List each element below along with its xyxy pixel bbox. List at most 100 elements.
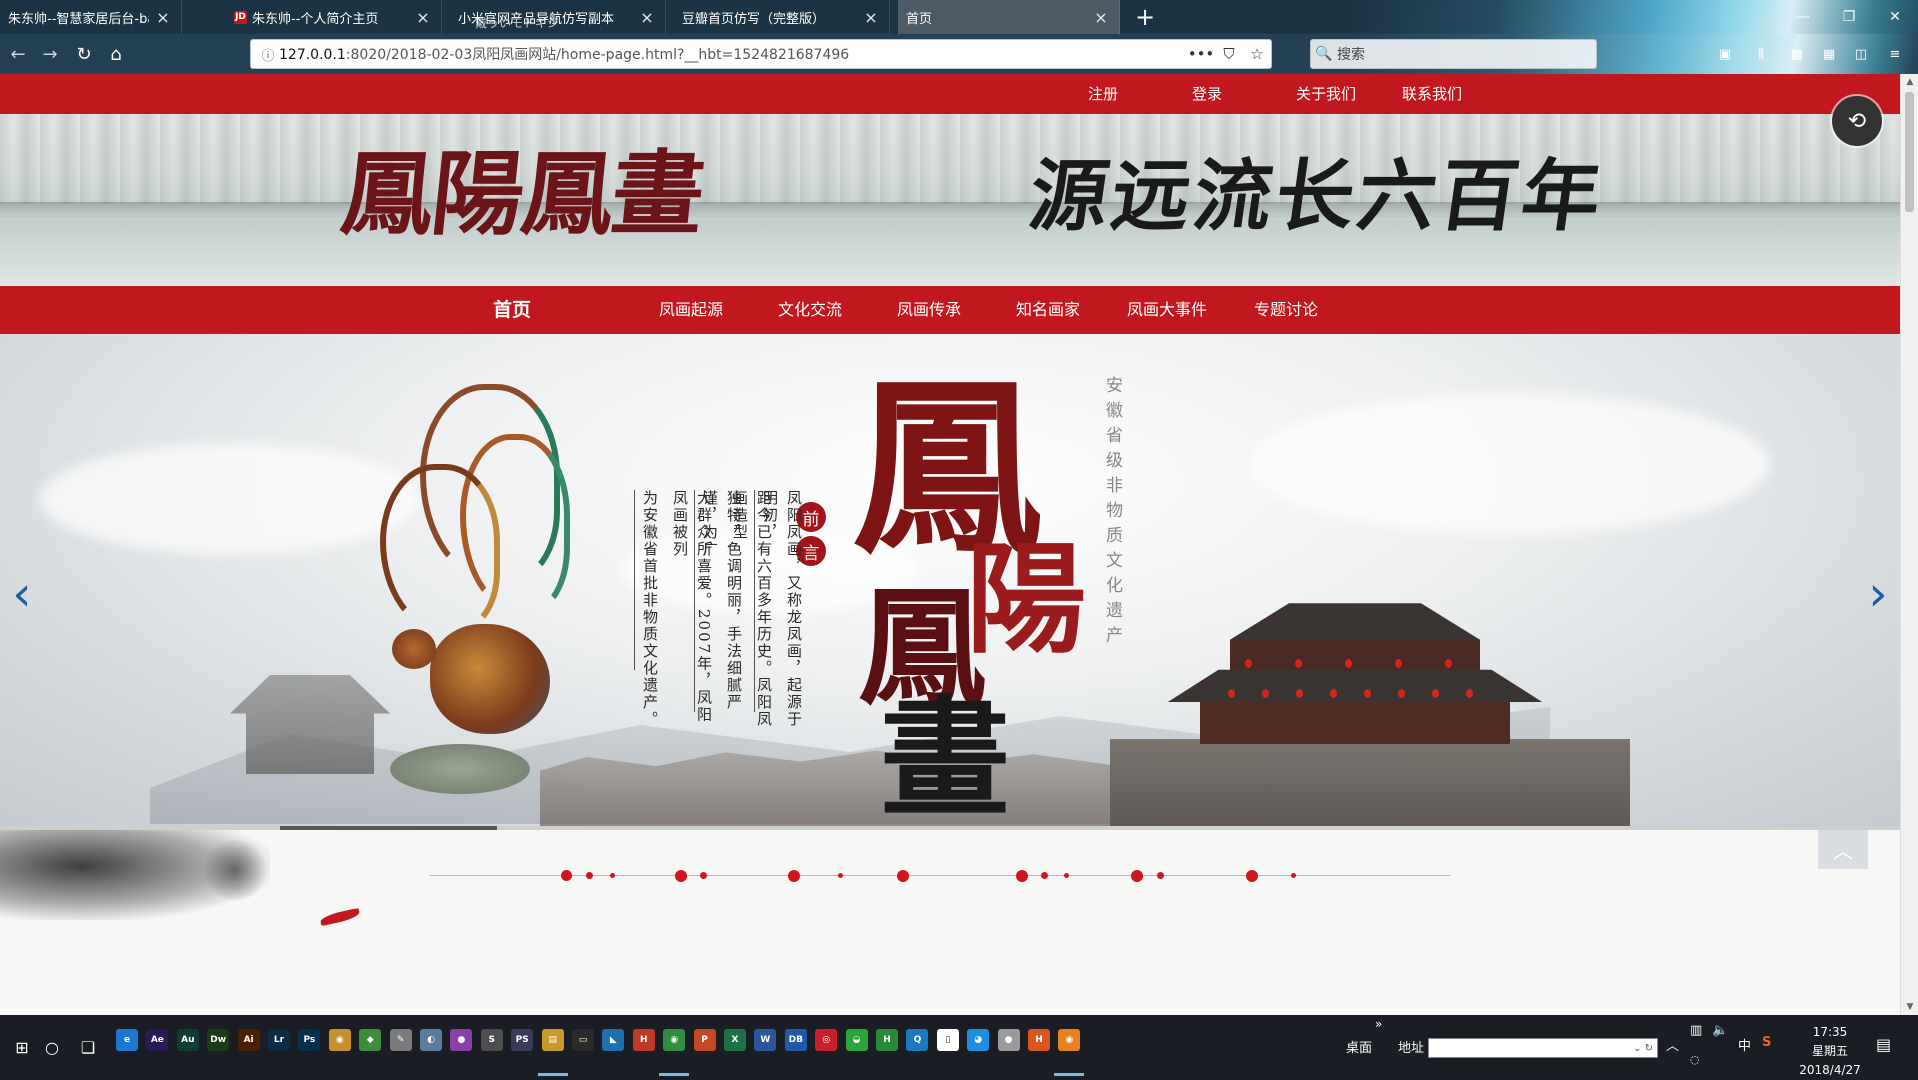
nav-origin[interactable]: 凤画起源 [659, 286, 723, 334]
next-slide-arrow-icon[interactable]: › [1858, 564, 1898, 624]
wechat-app-icon[interactable]: ◒ [845, 1029, 868, 1051]
about-us-link[interactable]: 关于我们 [1296, 74, 1356, 114]
nav-home[interactable]: 首页 [493, 286, 531, 334]
address-toolbar-input[interactable]: ⌄ ↻ [1428, 1038, 1658, 1058]
pscc-app-icon[interactable]: PS [511, 1029, 534, 1051]
minimize-button[interactable]: — [1780, 0, 1826, 34]
menu-icon[interactable]: ≡ [1884, 43, 1906, 65]
hbuilder-red-app-icon[interactable]: H [632, 1029, 655, 1051]
chrome-canary-app-icon[interactable]: ◉ [328, 1029, 351, 1051]
timeline-node[interactable] [561, 870, 572, 881]
nav-cultural-exchange[interactable]: 文化交流 [778, 286, 842, 334]
cmd-app-icon[interactable]: ▭ [572, 1029, 594, 1051]
timeline-node[interactable] [700, 872, 707, 879]
nav-topics[interactable]: 专题讨论 [1254, 286, 1318, 334]
firefox-app-icon[interactable]: ◉ [1058, 1029, 1081, 1051]
audition-app-icon[interactable]: Au [176, 1029, 199, 1051]
close-tab-icon[interactable]: × [639, 8, 655, 27]
extension-icon[interactable]: ▣ [1714, 43, 1736, 65]
back-to-top-icon[interactable]: ︿ [1818, 829, 1868, 869]
network-icon[interactable]: ▥ [1690, 1023, 1702, 1038]
maximize-button[interactable]: ❐ [1826, 0, 1872, 34]
close-tab-icon[interactable]: × [1093, 8, 1109, 27]
tab-douban[interactable]: 豆瓣首页仿写（完整版） × [674, 0, 890, 34]
tab-personal-profile[interactable]: JD 朱东帅--个人简介主页 × [226, 0, 442, 34]
excel-app-icon[interactable]: X [724, 1029, 746, 1051]
url-text[interactable]: 127.0.0.1:8020/2018-02-03凤阳凤画网站/home-pag… [279, 44, 1187, 64]
chrome-app-icon[interactable]: ◉ [663, 1029, 686, 1051]
prev-slide-arrow-icon[interactable]: ‹ [2, 564, 42, 624]
tab-home[interactable]: 首页 × [898, 0, 1120, 34]
scroll-up-icon[interactable]: ▲ [1901, 74, 1918, 90]
dreamweaver-app-icon[interactable]: Dw [207, 1029, 230, 1051]
onedrive-app-icon[interactable]: DB [784, 1029, 807, 1051]
lightroom-app-icon[interactable]: Lr [268, 1029, 290, 1051]
close-tab-icon[interactable]: × [863, 8, 879, 27]
new-tab-button[interactable]: + [1128, 0, 1162, 34]
system-clock[interactable]: 17:35 星期五 2018/4/27 [1770, 1023, 1890, 1080]
after-effects-app-icon[interactable]: Ae [146, 1029, 169, 1051]
volume-icon[interactable]: 🔈 [1712, 1023, 1728, 1038]
pocket-icon[interactable]: ⛉ [1215, 45, 1243, 63]
powerpoint-app-icon[interactable]: P [693, 1029, 716, 1051]
nav-major-events[interactable]: 凤画大事件 [1127, 286, 1207, 334]
hbuilder-orange-app-icon[interactable]: H [1028, 1029, 1050, 1051]
wifi-icon[interactable]: ◌ [1690, 1053, 1700, 1066]
library-icon[interactable]: ⫼ [1750, 43, 1772, 65]
contact-us-link[interactable]: 联系我们 [1402, 74, 1462, 114]
photoshop-app-icon[interactable]: Ps [298, 1029, 321, 1051]
screenshot-icon[interactable]: ▦ [1818, 43, 1840, 65]
netease-app-icon[interactable]: ◎ [815, 1029, 838, 1051]
address-bar[interactable]: ⓘ 127.0.0.1:8020/2018-02-03凤阳凤画网站/home-p… [250, 39, 1272, 69]
maps-app-icon[interactable]: ● [450, 1029, 473, 1051]
timeline-node[interactable] [897, 870, 909, 882]
word-app-icon[interactable]: W [754, 1029, 777, 1051]
login-link[interactable]: 登录 [1192, 74, 1222, 114]
app-green-app-icon[interactable]: ◆ [359, 1029, 382, 1051]
close-tab-icon[interactable]: × [155, 8, 171, 27]
timeline-node[interactable] [1291, 873, 1296, 878]
task-view-icon[interactable]: ❏ [66, 1015, 110, 1080]
paint-app-icon[interactable]: ◐ [420, 1029, 442, 1051]
site-info-icon[interactable]: ⓘ [257, 45, 279, 64]
close-tab-icon[interactable]: × [415, 8, 431, 27]
edge-app-icon[interactable]: e [116, 1029, 138, 1051]
site-logo[interactable]: 鳳陽鳳畫 [336, 140, 707, 248]
vscode-app-icon[interactable]: ◣ [602, 1029, 625, 1051]
hd-extension-icon[interactable]: ▩ [1786, 43, 1808, 65]
nav-famous-painters[interactable]: 知名画家 [1016, 286, 1080, 334]
sidebar-icon[interactable]: ◫ [1850, 43, 1872, 65]
tab-smart-home-admin[interactable]: 朱东帅--智慧家居后台-bata版 × [0, 0, 182, 34]
timeline-node[interactable] [1246, 870, 1258, 882]
scroll-down-icon[interactable]: ▼ [1901, 999, 1918, 1015]
back-icon[interactable]: ← [4, 40, 32, 68]
explorer-app-icon[interactable]: ▤ [541, 1029, 564, 1051]
reload-icon[interactable]: ↻ [70, 40, 98, 68]
bookmark-star-icon[interactable]: ☆ [1243, 45, 1271, 63]
close-window-button[interactable]: ✕ [1872, 0, 1918, 34]
nav-inheritance[interactable]: 凤画传承 [897, 286, 961, 334]
address-toolbar-controls[interactable]: ⌄ ↻ [1633, 1043, 1653, 1054]
ime-indicator[interactable]: 中 [1738, 1035, 1751, 1054]
forward-icon[interactable]: → [36, 40, 64, 68]
timeline-node[interactable] [838, 873, 843, 878]
notepad-app-icon[interactable]: ✎ [389, 1029, 412, 1051]
page-actions-icon[interactable]: ••• [1187, 45, 1215, 63]
illustrator-app-icon[interactable]: Ai [237, 1029, 260, 1051]
search-box[interactable]: 🔍 搜索 [1310, 39, 1597, 69]
timeline-node[interactable] [1157, 872, 1164, 879]
timeline-node[interactable] [1016, 870, 1028, 882]
timeline-node[interactable] [586, 872, 593, 879]
toolbar-overflow-icon[interactable]: » [1375, 1017, 1382, 1031]
tray-overflow-icon[interactable]: ︿ [1666, 1035, 1679, 1054]
file-app-icon[interactable]: ▯ [936, 1029, 959, 1051]
app-gray-app-icon[interactable]: ● [997, 1029, 1020, 1051]
scrollbar-thumb[interactable] [1905, 92, 1914, 212]
desktop-toolbar-label[interactable]: 桌面 [1346, 1037, 1372, 1056]
qq-app-icon[interactable]: ◕ [967, 1029, 990, 1051]
action-center-icon[interactable]: ▤ [1876, 1035, 1891, 1054]
qq-browser-app-icon[interactable]: Q [906, 1029, 929, 1051]
timeline-node[interactable] [1041, 872, 1048, 879]
hbuilder-app-icon[interactable]: H [876, 1029, 898, 1051]
timeline-node[interactable] [675, 870, 687, 882]
